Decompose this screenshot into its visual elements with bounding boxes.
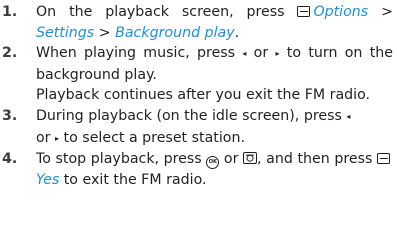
step-paragraph: During playback (on the idle screen), pr…	[36, 106, 393, 149]
step-3: 3. During playback (on the idle screen),…	[0, 106, 397, 149]
left-navigation-arrow-icon: ◂	[346, 111, 351, 121]
left-softkey-icon	[377, 153, 390, 165]
step-number: 4.	[2, 151, 18, 168]
step-text: To stop playback, press OK or , and then…	[36, 149, 397, 190]
step-number: 3.	[2, 107, 18, 124]
menu-yes: Yes	[36, 171, 60, 188]
text-run: To stop playback, press	[36, 151, 207, 168]
left-softkey-icon	[297, 6, 311, 17]
text-run: During playback (on the idle screen), pr…	[36, 107, 347, 124]
text-run: to select a preset station.	[59, 129, 245, 146]
step-text: During playback (on the idle screen), pr…	[36, 106, 397, 149]
end-call-key-icon	[243, 152, 258, 165]
menu-separator: >	[368, 4, 393, 20]
menu-separator: >	[94, 24, 116, 41]
text-run: .	[234, 24, 240, 41]
step-paragraph: On the playback screen, press Options > …	[36, 2, 393, 43]
step-1: 1. On the playback screen, press Options…	[0, 2, 397, 43]
step-text: On the playback screen, press Options > …	[36, 2, 397, 43]
text-run: to exit the FM radio.	[59, 171, 207, 188]
menu-options: Options	[313, 4, 369, 20]
text-run: When playing music, press	[36, 45, 243, 62]
step-note: Playback continues after you exit the FM…	[36, 87, 371, 104]
step-4: 4. To stop playback, press OK or , and t…	[0, 149, 397, 190]
text-run: or	[36, 129, 56, 146]
step-paragraph: When playing music, press ◂ or ▸ to turn…	[36, 43, 393, 85]
step-text: When playing music, press ◂ or ▸ to turn…	[36, 43, 397, 106]
text-run: or	[219, 151, 244, 168]
step-number: 2.	[2, 45, 18, 62]
menu-background-play: Background play	[115, 24, 235, 41]
step-paragraph: To stop playback, press OK or , and then…	[36, 149, 393, 190]
ok-key-icon: OK	[206, 156, 220, 170]
text-run: On the playback screen, press	[36, 4, 298, 20]
text-run: , and then press	[257, 151, 377, 168]
text-run: or	[246, 45, 276, 62]
step-number: 1.	[2, 4, 18, 20]
menu-settings: Settings	[36, 24, 95, 41]
instruction-list: 1. On the playback screen, press Options…	[0, 0, 397, 241]
step-2: 2. When playing music, press ◂ or ▸ to t…	[0, 43, 397, 106]
